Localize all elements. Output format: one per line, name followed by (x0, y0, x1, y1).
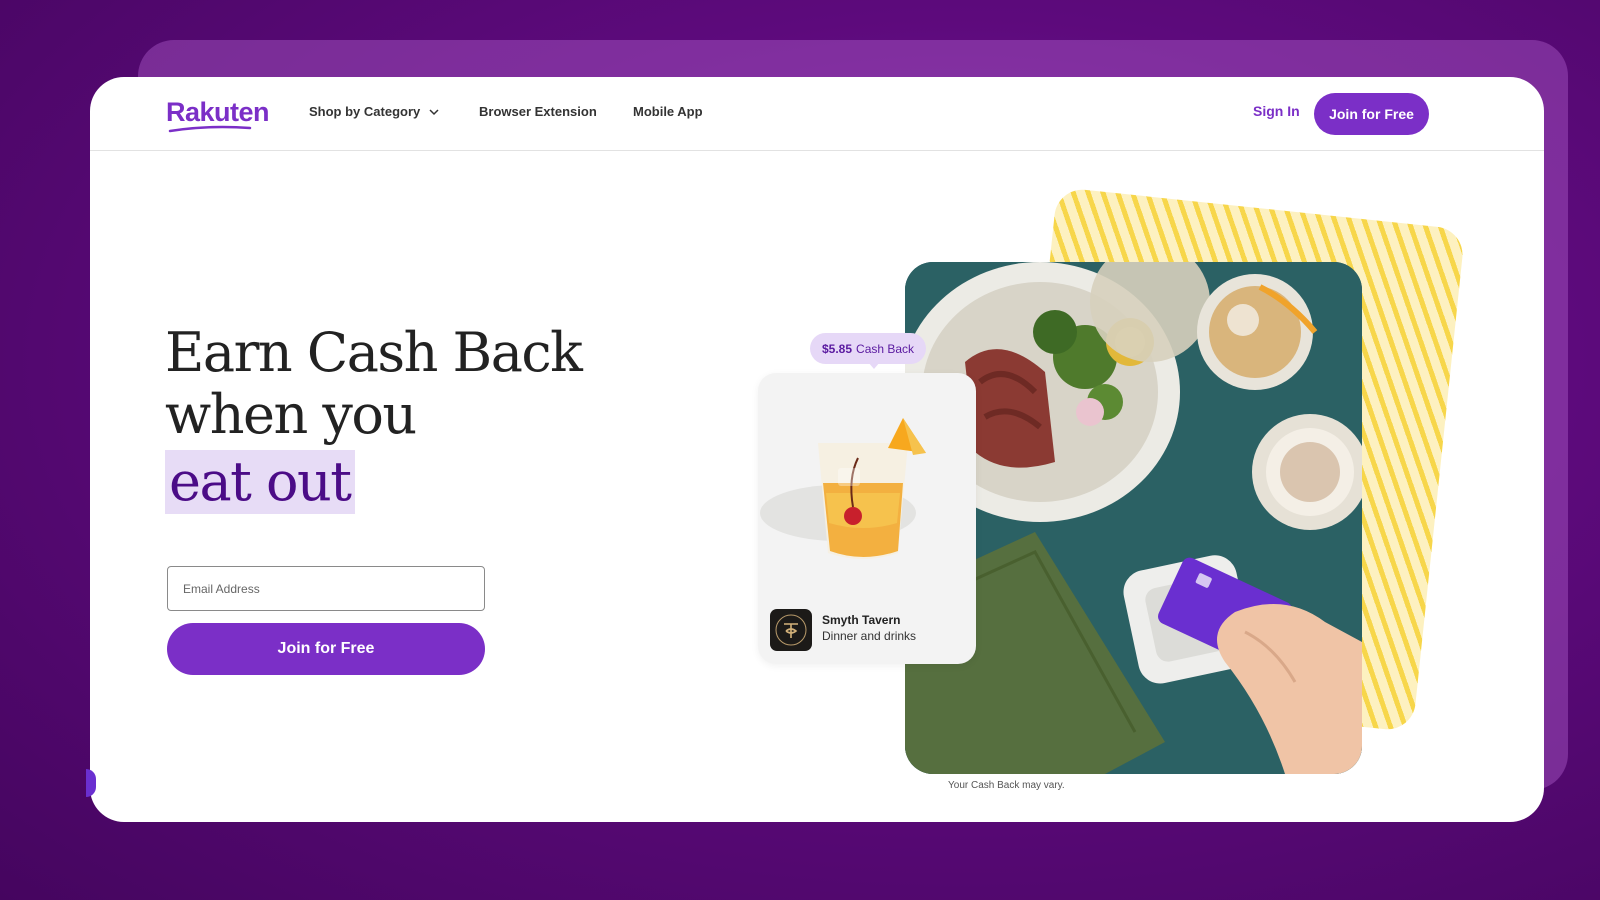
sign-in-link[interactable]: Sign In (1253, 103, 1300, 119)
email-field[interactable] (167, 566, 485, 611)
chevron-down-icon (429, 108, 439, 115)
join-for-free-button[interactable]: Join for Free (167, 623, 485, 675)
nav-shop-by-category[interactable]: Shop by Category (309, 104, 440, 119)
main-card: Rakuten Shop by Category Browser Extensi… (90, 77, 1544, 822)
cocktail-illustration (760, 418, 926, 559)
nav-shop-by-category-label: Shop by Category (309, 104, 421, 119)
cash-back-label: Cash Back (856, 341, 915, 356)
headline-line-2: when you (165, 383, 417, 446)
logo-swoosh-icon (168, 125, 252, 133)
cash-back-badge: $5.85 Cash Back (810, 333, 927, 364)
hero-headline: Earn Cash Back when you eat out (165, 321, 583, 514)
venue-name: Smyth Tavern (822, 613, 901, 627)
nav-mobile-app[interactable]: Mobile App (633, 104, 703, 119)
nav-mobile-app-label: Mobile App (633, 104, 703, 119)
badge-pointer (868, 362, 880, 369)
headline-highlight: eat out (165, 450, 355, 514)
headline-line-1: Earn Cash Back (165, 321, 583, 384)
venue-card[interactable]: Smyth Tavern Dinner and drinks (758, 373, 976, 664)
venue-category: Dinner and drinks (822, 629, 917, 643)
top-nav: Rakuten Shop by Category Browser Extensi… (90, 77, 1544, 151)
rakuten-logo[interactable]: Rakuten (166, 97, 270, 128)
smyth-tavern-logo-icon (770, 609, 812, 651)
nav-browser-extension-label: Browser Extension (479, 104, 597, 119)
cash-back-amount: $5.85 (822, 341, 853, 356)
cash-back-disclaimer: Your Cash Back may vary. (948, 780, 1065, 791)
join-for-free-nav-button[interactable]: Join for Free (1314, 93, 1429, 135)
nav-browser-extension[interactable]: Browser Extension (479, 104, 597, 119)
